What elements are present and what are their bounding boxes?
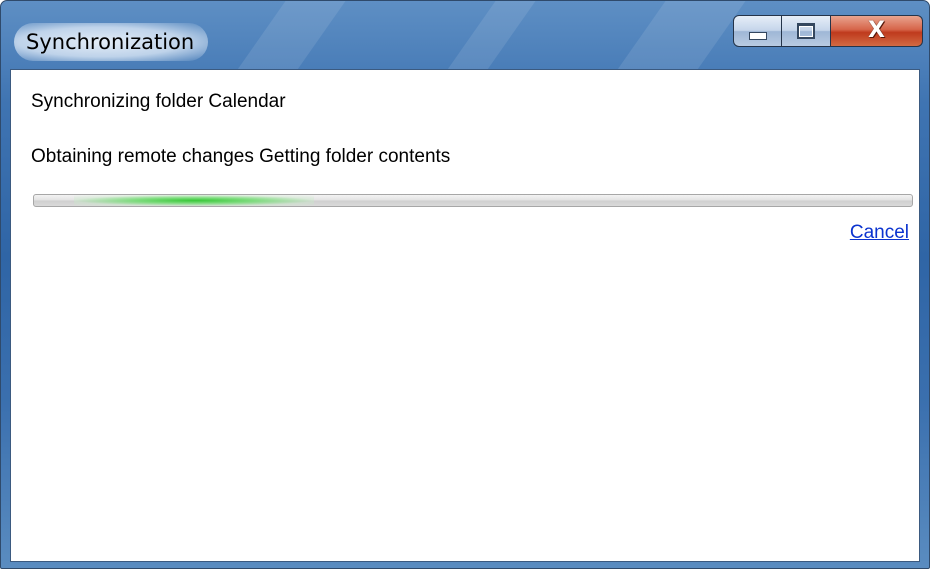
cancel-link[interactable]: Cancel — [850, 222, 909, 244]
minimize-button[interactable] — [733, 15, 782, 47]
window-title: Synchronization — [26, 30, 195, 54]
title-highlight: Synchronization — [14, 23, 209, 61]
sync-window: Synchronization X Synchronizing folder C… — [0, 0, 930, 569]
dialog-content: Synchronizing folder Calendar Obtaining … — [10, 69, 920, 562]
sync-progress-bar — [33, 194, 913, 207]
minimize-icon — [748, 32, 767, 40]
maximize-icon — [797, 23, 815, 39]
close-button[interactable]: X — [831, 15, 923, 47]
progress-marquee — [74, 195, 314, 206]
title-bar[interactable]: Synchronization X — [1, 1, 929, 63]
caption-buttons: X — [733, 15, 923, 49]
status-label: Obtaining remote changes Getting folder … — [31, 146, 451, 167]
maximize-button[interactable] — [782, 15, 831, 47]
folder-label: Synchronizing folder Calendar — [31, 91, 286, 112]
close-icon: X — [868, 18, 885, 43]
